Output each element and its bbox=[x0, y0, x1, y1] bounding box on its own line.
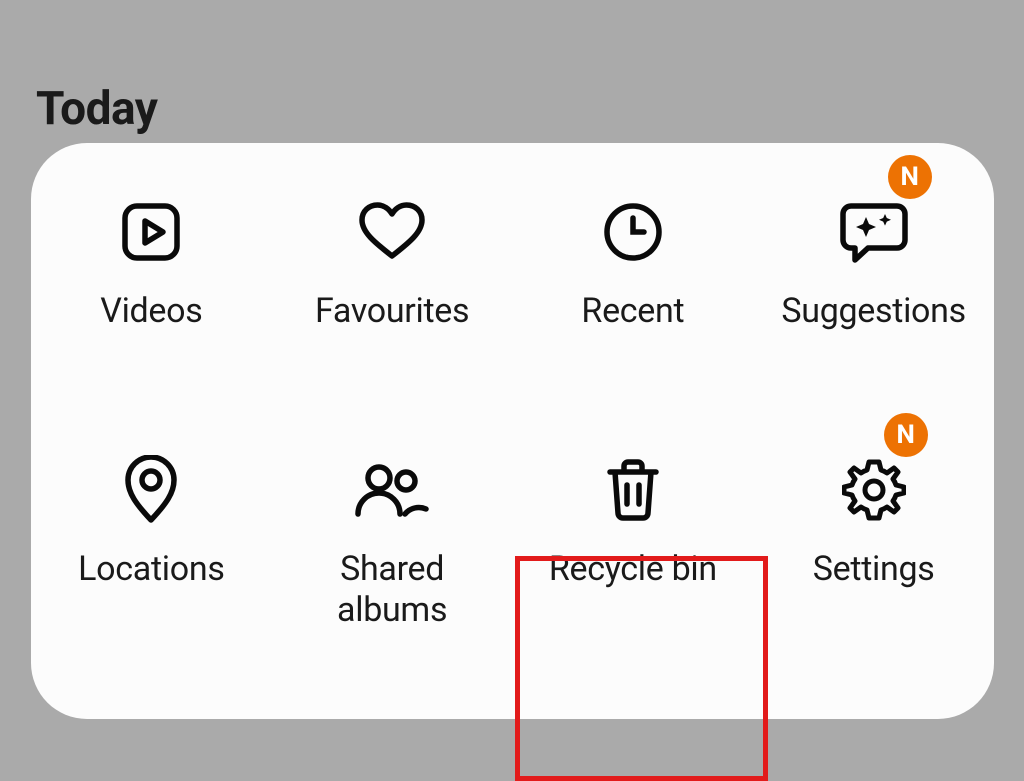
menu-item-favourites[interactable]: Favourites bbox=[272, 173, 513, 405]
menu-item-suggestions[interactable]: N Suggestions bbox=[753, 173, 994, 405]
menu-item-label: Suggestions bbox=[781, 291, 966, 332]
trash-icon bbox=[604, 431, 662, 549]
menu-item-label: Recent bbox=[581, 291, 684, 332]
menu-item-label: Shared albums bbox=[337, 549, 447, 632]
menu-grid: Videos Favourites Recent bbox=[31, 173, 994, 663]
clock-icon bbox=[602, 173, 664, 291]
heart-icon bbox=[358, 173, 426, 291]
menu-item-recent[interactable]: Recent bbox=[513, 173, 754, 405]
menu-item-label: Favourites bbox=[315, 291, 469, 332]
menu-item-recycle-bin[interactable]: Recycle bin bbox=[513, 431, 754, 663]
new-badge: N bbox=[884, 413, 928, 457]
location-pin-icon bbox=[123, 431, 179, 549]
menu-item-videos[interactable]: Videos bbox=[31, 173, 272, 405]
menu-card: Videos Favourites Recent bbox=[31, 143, 994, 719]
people-icon bbox=[353, 431, 431, 549]
menu-item-locations[interactable]: Locations bbox=[31, 431, 272, 663]
menu-item-shared-albums[interactable]: Shared albums bbox=[272, 431, 513, 663]
new-badge: N bbox=[888, 155, 932, 199]
menu-item-label: Recycle bin bbox=[549, 549, 717, 590]
menu-item-label: Settings bbox=[813, 549, 935, 590]
gear-icon: N bbox=[842, 431, 906, 549]
page-title: Today bbox=[36, 82, 157, 136]
menu-item-settings[interactable]: N Settings bbox=[753, 431, 994, 663]
video-icon bbox=[120, 173, 182, 291]
menu-item-label: Videos bbox=[100, 291, 202, 332]
menu-item-label: Locations bbox=[78, 549, 224, 590]
sparkle-chat-icon: N bbox=[838, 173, 910, 291]
